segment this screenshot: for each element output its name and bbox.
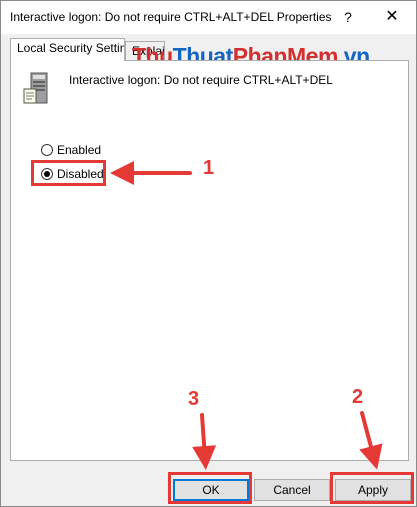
arrow-3-icon bbox=[192, 413, 217, 470]
arrow-2-icon bbox=[359, 411, 383, 470]
annotation-arrows bbox=[110, 161, 383, 470]
tab-local-security-setting[interactable]: Local Security Setting bbox=[10, 38, 125, 61]
